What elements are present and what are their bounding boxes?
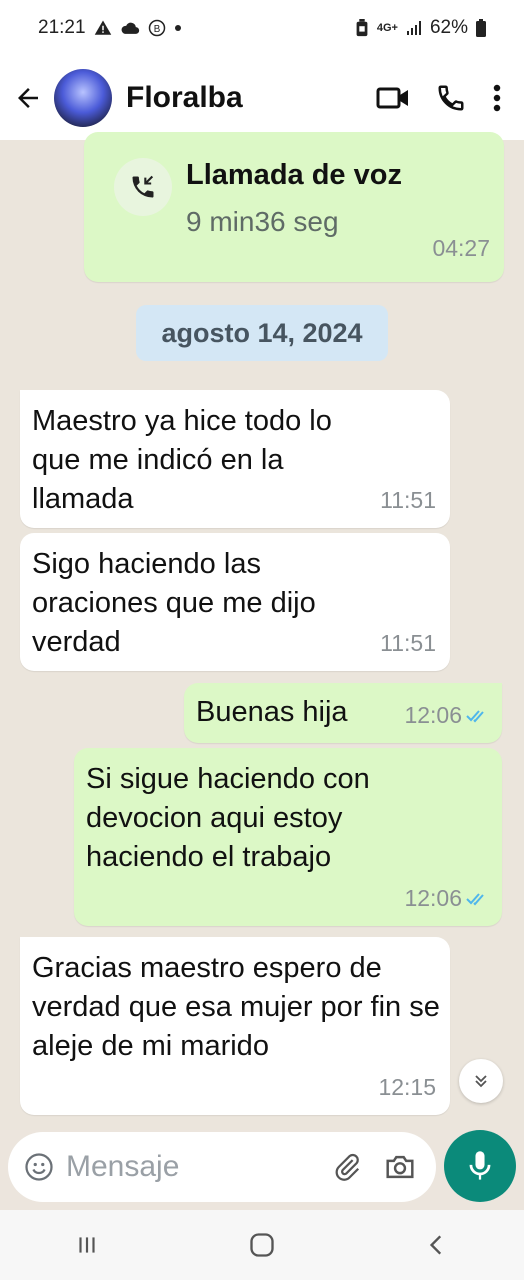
call-icon-circle — [114, 158, 172, 216]
double-check-icon — [466, 709, 484, 722]
message-text: Maestro ya hice todo lo que me indicó en… — [32, 405, 332, 515]
message-bubble[interactable]: Buenas hija 12:06 — [184, 683, 502, 743]
call-duration: 9 min36 seg — [186, 206, 339, 237]
call-card[interactable]: Llamada de voz 9 min36 seg 04:27 — [84, 132, 504, 282]
back-arrow-icon — [18, 88, 38, 108]
message-text: Sigo haciendo las oraciones que me dijo … — [32, 548, 316, 658]
message-time-text: 12:06 — [404, 885, 462, 911]
message-input[interactable]: Mensaje — [66, 1150, 332, 1184]
avatar[interactable] — [54, 69, 112, 127]
camera-icon[interactable] — [384, 1152, 416, 1182]
recent-apps-icon[interactable] — [74, 1232, 100, 1258]
emoji-icon[interactable] — [24, 1152, 54, 1182]
status-left: 21:21 B — [38, 17, 182, 39]
header-actions — [376, 83, 502, 113]
back-nav-icon[interactable] — [424, 1232, 450, 1258]
message-text: Gracias maestro espero de verdad que esa… — [32, 952, 440, 1062]
date-chip: agosto 14, 2024 — [136, 305, 388, 361]
chevron-double-down-icon — [475, 1075, 487, 1088]
call-title: Llamada de voz — [186, 159, 402, 191]
message-text: Buenas hija — [196, 696, 348, 728]
network-type: 4G+ — [376, 22, 398, 34]
message-time: 12:15 — [378, 1068, 436, 1107]
message-time-text: 12:15 — [378, 1074, 436, 1100]
status-time: 21:21 — [38, 17, 86, 38]
b-circle-icon: B — [148, 19, 165, 37]
contact-name[interactable]: Floralba — [126, 81, 376, 115]
status-right: 4G+ 62% — [355, 17, 486, 39]
system-nav-bar — [0, 1210, 524, 1280]
video-call-icon[interactable] — [376, 85, 410, 111]
call-time: 04:27 — [432, 229, 490, 268]
message-text: Si sigue haciendo con devocion aqui esto… — [86, 763, 370, 873]
message-time: 12:06 — [404, 879, 488, 918]
status-bar: 21:21 B 4G+ 62% — [0, 0, 524, 56]
message-bubble[interactable]: Sigo haciendo las oraciones que me dijo … — [20, 533, 450, 671]
dot-icon — [174, 25, 181, 31]
message-time-text: 11:51 — [380, 630, 436, 656]
battery-icon — [476, 19, 486, 37]
message-time: 11:51 — [380, 481, 436, 520]
chat-area[interactable]: Llamada de voz 9 min36 seg 04:27 agosto … — [0, 132, 524, 1130]
message-bubble[interactable]: Si sigue haciendo con devocion aqui esto… — [74, 748, 502, 926]
back-button[interactable] — [4, 74, 52, 122]
mic-icon — [469, 1151, 491, 1180]
battery-saver-icon — [356, 19, 368, 37]
message-time-text: 11:51 — [380, 487, 436, 513]
home-icon[interactable] — [248, 1231, 276, 1259]
svg-text:B: B — [153, 24, 160, 35]
call-time-text: 04:27 — [432, 235, 490, 261]
message-time: 11:51 — [380, 624, 436, 663]
warning-icon — [94, 20, 111, 35]
incoming-call-icon — [132, 175, 154, 198]
signal-icon — [406, 21, 421, 35]
scroll-to-bottom-button[interactable] — [459, 1059, 503, 1103]
message-bubble[interactable]: Maestro ya hice todo lo que me indicó en… — [20, 390, 450, 528]
message-bubble[interactable]: Gracias maestro espero de verdad que esa… — [20, 937, 450, 1115]
more-vert-icon[interactable] — [492, 83, 502, 113]
attach-icon[interactable] — [332, 1152, 362, 1182]
message-time: 12:06 — [404, 696, 488, 735]
battery-percent: 62% — [429, 17, 468, 38]
phone-icon[interactable] — [436, 83, 466, 113]
chat-header: Floralba — [0, 56, 524, 140]
message-time-text: 12:06 — [404, 702, 462, 728]
message-composer[interactable]: Mensaje — [8, 1132, 436, 1202]
cloud-icon — [121, 22, 139, 34]
double-check-icon — [466, 892, 484, 905]
mic-button[interactable] — [444, 1130, 516, 1202]
